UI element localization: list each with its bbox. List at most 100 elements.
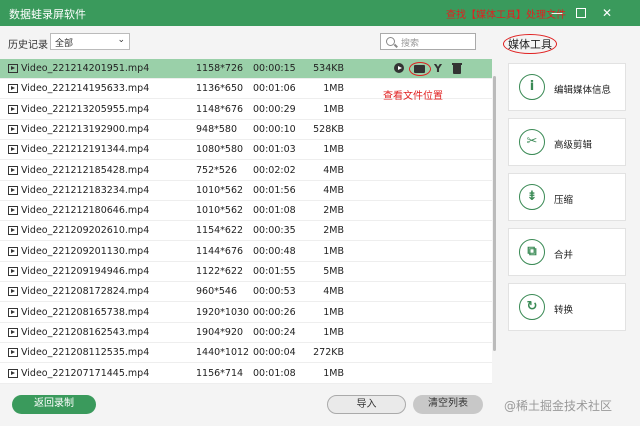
file-row[interactable]: Video_221208162543.mp4 1904*920 00:00:24 1M… <box>0 323 492 343</box>
minimize-button[interactable]: — <box>548 4 566 22</box>
file-size: 1MB <box>323 245 344 257</box>
watermark: @稀土掘金技术社区 <box>504 399 613 413</box>
media-tools-heading: 媒体工具 <box>503 34 557 54</box>
file-size: 1MB <box>323 103 344 115</box>
file-name: Video_221208112535.mp4 <box>21 347 150 359</box>
media-tool-label: 合并 <box>554 250 574 261</box>
file-duration: 00:01:06 <box>253 83 296 95</box>
edit-button[interactable]: Y <box>434 63 446 75</box>
file-duration: 00:01:08 <box>253 367 296 379</box>
file-duration: 00:01:03 <box>253 144 296 156</box>
file-name: Video_221208162543.mp4 <box>21 326 150 338</box>
video-file-icon <box>8 206 18 216</box>
file-resolution: 1010*562 <box>196 184 244 196</box>
info-icon: i <box>519 74 545 100</box>
file-size: 1MB <box>323 306 344 318</box>
import-button[interactable]: 导入 <box>327 395 406 414</box>
file-resolution: 1136*650 <box>196 83 244 95</box>
video-file-icon <box>8 84 18 94</box>
video-file-icon <box>8 124 18 134</box>
file-row[interactable]: Video_221209194946.mp4 1122*622 00:01:55 5M… <box>0 262 492 282</box>
file-row[interactable]: Video_221208165738.mp4 1920*1030 00:00:26 1… <box>0 303 492 323</box>
file-name: Video_221213192900.mp4 <box>21 123 150 135</box>
clear-list-button[interactable]: 清空列表 <box>413 395 483 414</box>
file-size: 4MB <box>323 184 344 196</box>
file-duration: 00:00:48 <box>253 245 296 257</box>
video-file-icon <box>8 348 18 358</box>
media-tool-label: 转换 <box>554 305 574 316</box>
file-row[interactable]: Video_221213192900.mp4 948*580 00:00:10 528… <box>0 120 492 140</box>
file-resolution: 948*580 <box>196 123 238 135</box>
merge-icon: ⧉ <box>519 239 545 265</box>
file-resolution: 1440*1012 <box>196 347 250 359</box>
file-resolution: 1154*622 <box>196 225 244 237</box>
history-filter-value: 全部 <box>55 39 74 49</box>
file-row[interactable]: Video_221213205955.mp4 1148*676 00:00:29 1M… <box>0 100 492 120</box>
file-resolution: 752*526 <box>196 164 238 176</box>
file-duration: 00:00:10 <box>253 123 296 135</box>
play-button[interactable] <box>394 63 406 75</box>
maximize-button[interactable] <box>572 4 590 22</box>
video-file-icon <box>8 287 18 297</box>
play-icon <box>394 63 404 73</box>
history-filter-select[interactable]: 全部 ⌄ <box>50 33 130 50</box>
delete-button[interactable] <box>452 63 464 75</box>
file-size: 534KB <box>313 63 344 74</box>
file-row[interactable]: Video_221209201130.mp4 1144*676 00:00:48 1M… <box>0 242 492 262</box>
file-row[interactable]: Video_221207171445.mp4 1156*714 00:01:08 1M… <box>0 364 492 384</box>
media-tool-merge[interactable]: ⧉ 合并 <box>508 228 626 276</box>
file-name: Video_221209194946.mp4 <box>21 266 150 277</box>
video-file-icon <box>8 185 18 195</box>
file-size: 4MB <box>323 164 344 176</box>
file-row[interactable]: Video_221208112535.mp4 1440*1012 00:00:04 2… <box>0 343 492 364</box>
video-file-icon <box>8 267 18 276</box>
trash-icon <box>453 65 461 74</box>
file-size: 1MB <box>323 83 344 95</box>
file-resolution: 1920*1030 <box>196 306 250 318</box>
file-resolution: 1080*580 <box>196 144 244 156</box>
media-tool-convert[interactable]: ↻ 转换 <box>508 283 626 331</box>
file-size: 528KB <box>313 123 344 135</box>
file-size: 272KB <box>313 347 344 359</box>
list-scrollbar[interactable] <box>493 76 496 351</box>
video-file-icon <box>8 64 18 73</box>
chevron-down-icon: ⌄ <box>117 35 125 45</box>
media-tool-scissors[interactable]: ✂ 高级剪辑 <box>508 118 626 166</box>
file-duration: 00:00:53 <box>253 286 296 298</box>
file-duration: 00:00:24 <box>253 326 296 338</box>
app-title: 数据蛙录屏软件 <box>9 8 86 21</box>
file-row[interactable]: Video_221209202610.mp4 1154*622 00:00:35 2M… <box>0 221 492 242</box>
search-input[interactable]: 搜索 <box>380 33 476 50</box>
file-row[interactable]: Video_221212185428.mp4 752*526 00:02:02 4MB <box>0 161 492 181</box>
file-row[interactable]: Video_221212183234.mp4 1010*562 00:01:56 4M… <box>0 181 492 201</box>
file-duration: 00:02:02 <box>253 164 296 176</box>
video-file-icon <box>8 145 18 155</box>
media-tool-label: 编辑媒体信息 <box>554 85 612 96</box>
file-name: Video_221208172824.mp4 <box>21 286 150 298</box>
file-size: 2MB <box>323 225 344 237</box>
video-file-icon <box>8 307 18 317</box>
file-row[interactable]: Video_221212180646.mp4 1010*562 00:01:08 2M… <box>0 201 492 222</box>
file-duration: 00:00:29 <box>253 103 296 115</box>
scissors-icon: ✂ <box>519 129 545 155</box>
file-name: Video_221212191344.mp4 <box>21 144 150 156</box>
file-duration: 00:00:04 <box>253 347 296 359</box>
file-name: Video_221209201130.mp4 <box>21 245 150 257</box>
maximize-icon <box>576 8 586 18</box>
file-duration: 00:01:08 <box>253 205 296 217</box>
file-duration: 00:01:55 <box>253 266 296 277</box>
convert-icon: ↻ <box>519 294 545 320</box>
file-name: Video_221212180646.mp4 <box>21 205 150 217</box>
file-size: 5MB <box>323 266 344 277</box>
file-row[interactable]: Video_221212191344.mp4 1080*580 00:01:03 1M… <box>0 140 492 161</box>
file-size: 1MB <box>323 326 344 338</box>
file-resolution: 1148*676 <box>196 103 244 115</box>
back-to-record-button[interactable]: 返回录制 <box>12 395 96 414</box>
media-tool-compress[interactable]: ⇟ 压缩 <box>508 173 626 221</box>
history-label: 历史记录 <box>8 40 48 51</box>
video-file-icon <box>8 226 18 236</box>
video-file-icon <box>8 104 18 114</box>
file-row[interactable]: Video_221208172824.mp4 960*546 00:00:53 4MB <box>0 282 492 303</box>
media-tool-info[interactable]: i 编辑媒体信息 <box>508 63 626 111</box>
close-button[interactable]: ✕ <box>598 4 616 22</box>
